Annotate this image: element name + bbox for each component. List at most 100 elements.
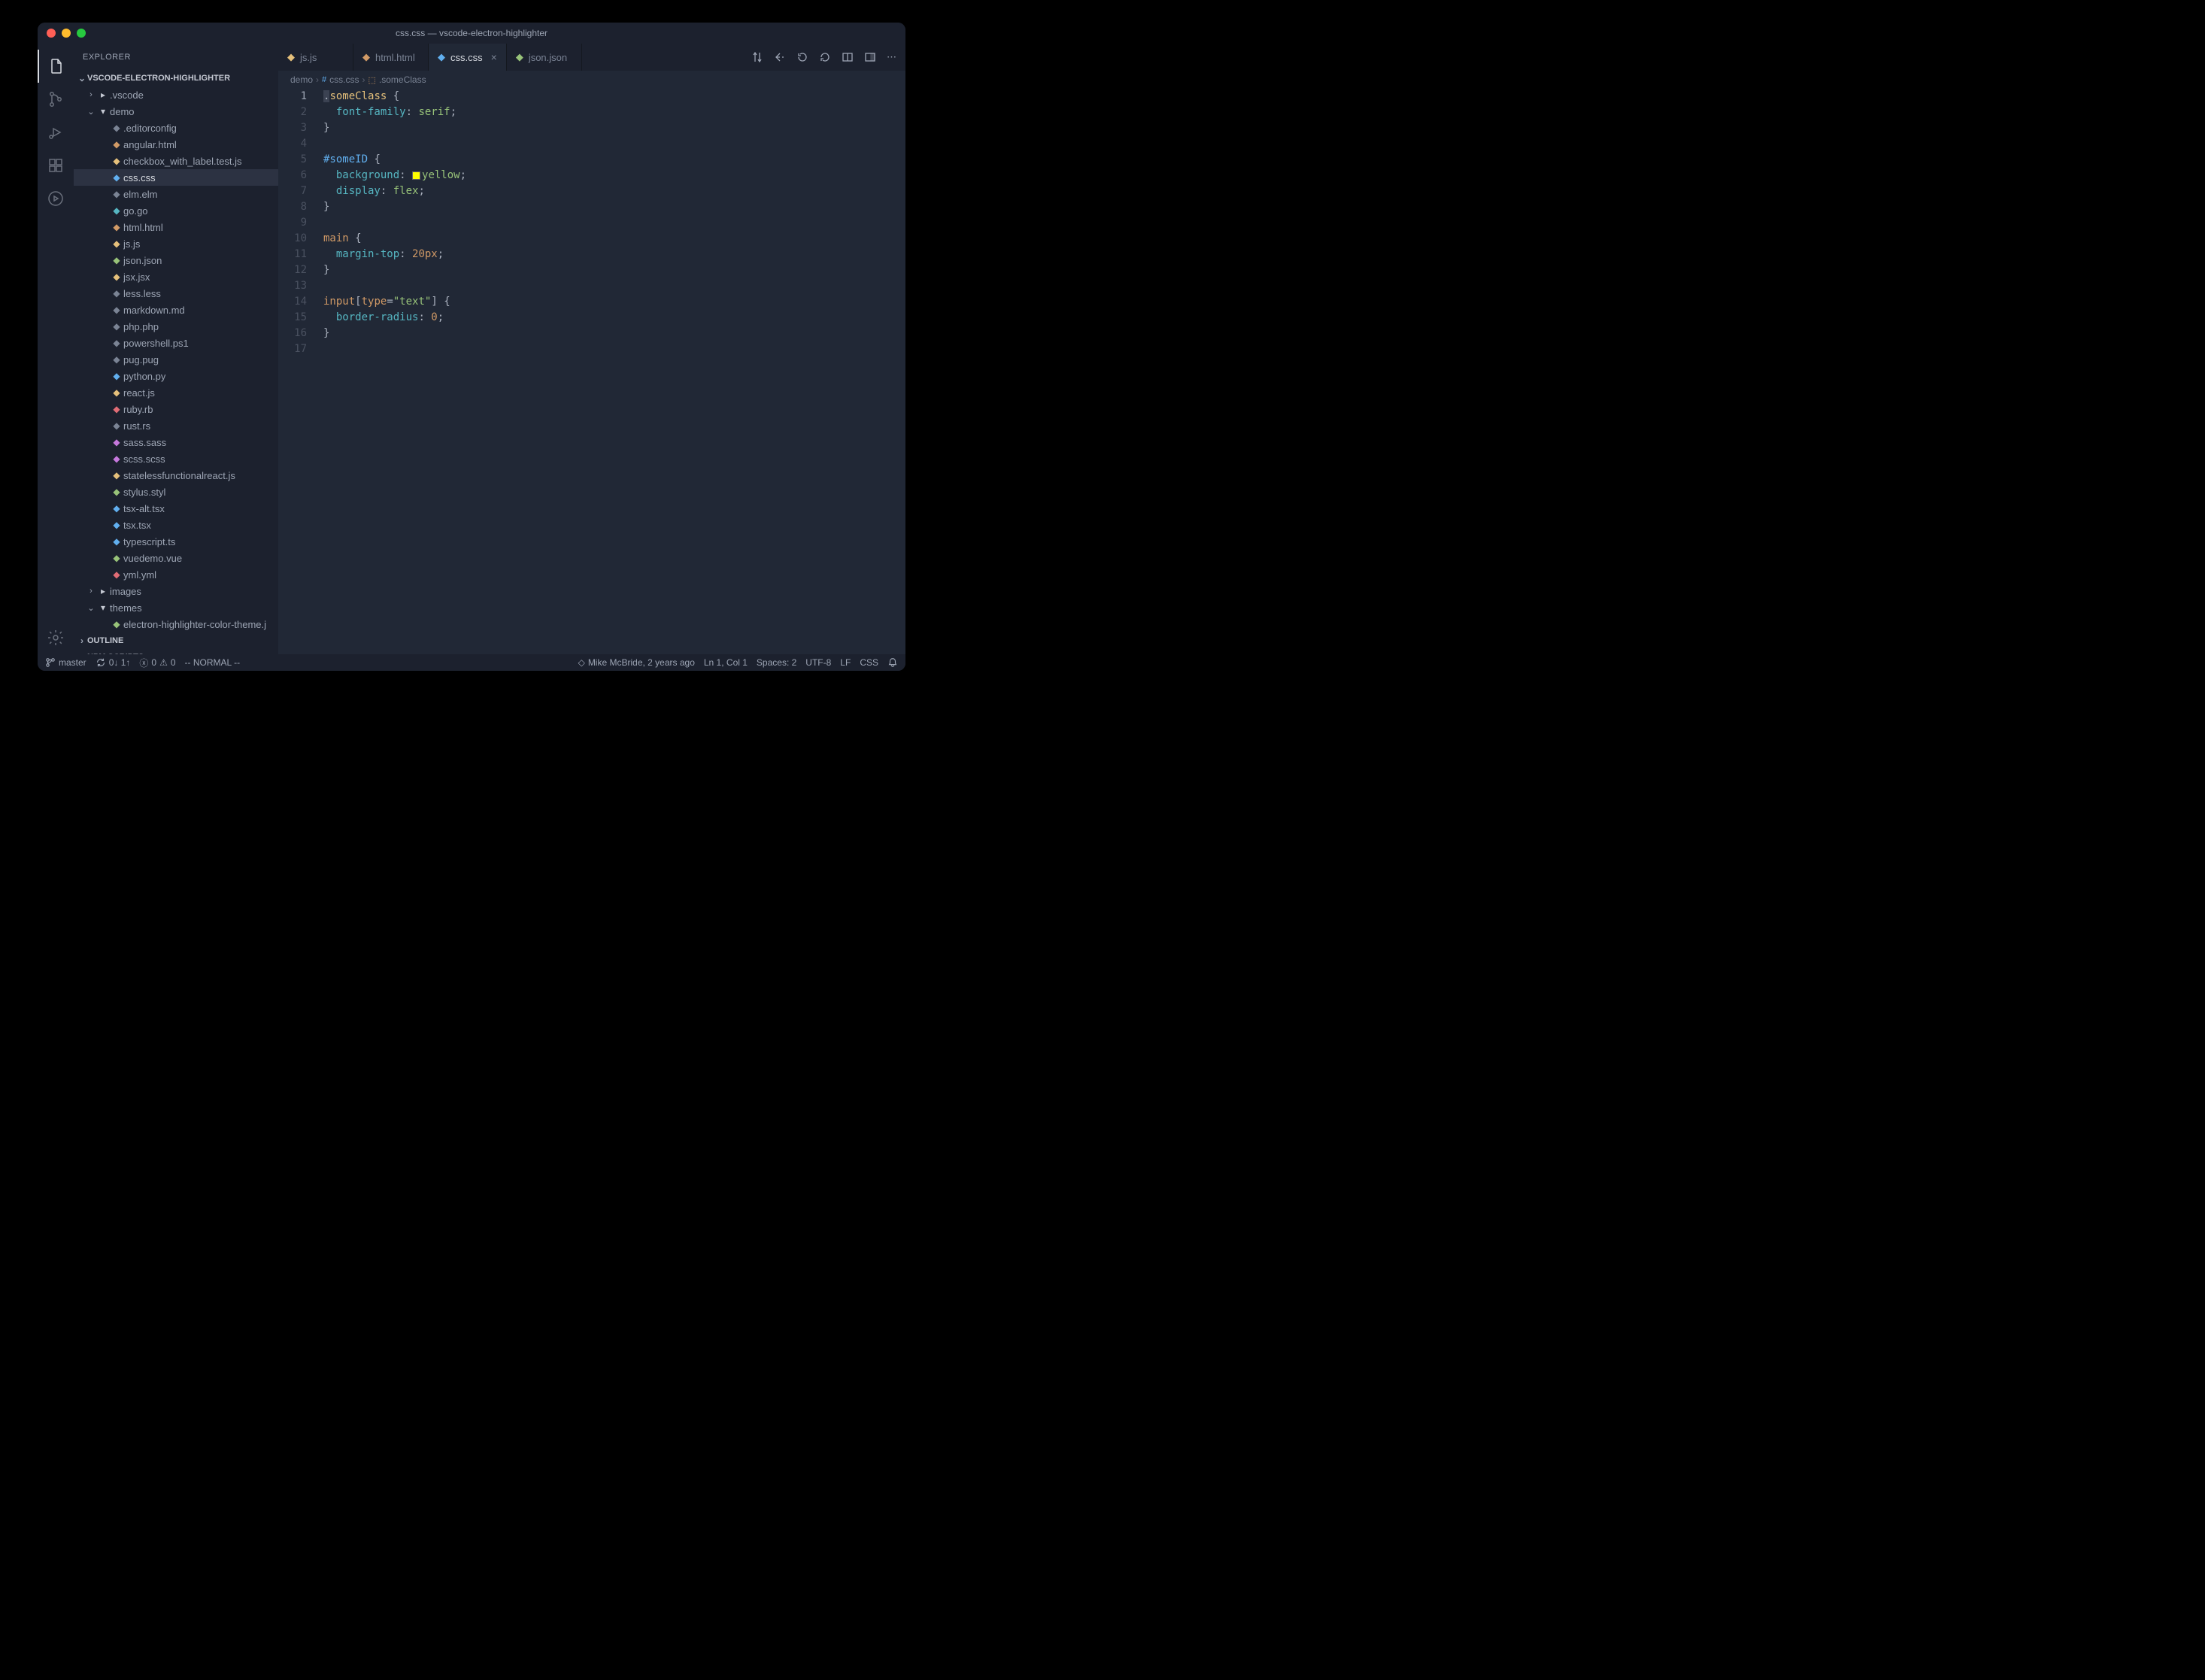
file-row[interactable]: ◆less.less <box>74 285 278 302</box>
file-row[interactable]: ◆go.go <box>74 202 278 219</box>
npm-scripts-section[interactable]: ⌄ NPM SCRIPTS <box>74 649 278 654</box>
file-icon: ◆ <box>110 453 123 464</box>
vim-mode: -- NORMAL -- <box>185 657 241 668</box>
file-label: json.json <box>123 255 162 266</box>
file-row[interactable]: ◆typescript.ts <box>74 533 278 550</box>
file-label: jsx.jsx <box>123 271 150 283</box>
sync-status[interactable]: 0↓ 1↑ <box>96 657 131 668</box>
problems[interactable]: ⓧ0 ⚠0 <box>139 657 175 669</box>
breadcrumb[interactable]: demo › # css.css › ⬚ .someClass <box>278 71 905 89</box>
file-label: tsx-alt.tsx <box>123 503 165 514</box>
file-row[interactable]: ◆jsx.jsx <box>74 268 278 285</box>
folder-vscode[interactable]: › ▸ .vscode <box>74 86 278 103</box>
file-row[interactable]: ◆sass.sass <box>74 434 278 450</box>
chevron-down-icon: ⌄ <box>86 107 96 117</box>
file-icon: ◆ <box>110 321 123 332</box>
tab-bar: ◆js.js◆html.html◆css.css×◆json.json ⋯ <box>278 44 905 71</box>
file-icon: ◆ <box>110 172 123 183</box>
file-row[interactable]: ◆checkbox_with_label.test.js <box>74 153 278 169</box>
file-row[interactable]: ◆elm.elm <box>74 186 278 202</box>
tab-label: html.html <box>375 52 415 63</box>
editor-tab[interactable]: ◆js.js <box>278 44 353 71</box>
file-row[interactable]: ◆html.html <box>74 219 278 235</box>
debug-icon[interactable] <box>38 116 74 149</box>
extensions-icon[interactable] <box>38 149 74 182</box>
sidebar: EXPLORER ⌄ VSCODE-ELECTRON-HIGHLIGHTER ›… <box>74 44 278 654</box>
open-changes-icon[interactable] <box>774 51 786 63</box>
folder-label: themes <box>110 602 142 614</box>
breadcrumb-folder[interactable]: demo <box>290 74 313 85</box>
file-icon: ◆ <box>110 123 123 133</box>
close-icon[interactable]: × <box>491 51 497 63</box>
more-actions-icon[interactable]: ⋯ <box>887 51 896 63</box>
editor-tab[interactable]: ◆css.css× <box>429 44 507 71</box>
file-row[interactable]: ◆markdown.md <box>74 302 278 318</box>
notifications-icon[interactable] <box>887 657 898 668</box>
code-editor[interactable]: 1234567891011121314151617 .someClass { f… <box>278 89 905 654</box>
file-row[interactable]: ◆js.js <box>74 235 278 252</box>
project-name: VSCODE-ELECTRON-HIGHLIGHTER <box>87 74 230 83</box>
file-row[interactable]: ◆ruby.rb <box>74 401 278 417</box>
git-branch[interactable]: master <box>45 657 86 668</box>
line-gutter: 1234567891011121314151617 <box>278 89 320 654</box>
source-control-icon[interactable] <box>38 83 74 116</box>
editor-tab[interactable]: ◆html.html <box>353 44 429 71</box>
file-label: typescript.ts <box>123 536 175 547</box>
folder-demo[interactable]: ⌄ ▾ demo <box>74 103 278 120</box>
file-row[interactable]: ◆json.json <box>74 252 278 268</box>
window-maximize-button[interactable] <box>77 29 86 38</box>
editor-tab[interactable]: ◆json.json <box>507 44 582 71</box>
file-row[interactable]: ◆css.css <box>74 169 278 186</box>
titlebar: css.css — vscode-electron-highlighter <box>38 23 905 44</box>
file-icon: ◆ <box>110 371 123 381</box>
file-row[interactable]: ◆statelessfunctionalreact.js <box>74 467 278 484</box>
split-right-icon[interactable] <box>864 51 876 63</box>
file-icon: ◆ <box>110 222 123 232</box>
indentation[interactable]: Spaces: 2 <box>757 657 796 668</box>
revert-icon[interactable] <box>796 51 808 63</box>
file-theme-json[interactable]: ◆ electron-highlighter-color-theme.j <box>74 616 278 632</box>
project-root[interactable]: ⌄ VSCODE-ELECTRON-HIGHLIGHTER <box>74 70 278 86</box>
file-row[interactable]: ◆scss.scss <box>74 450 278 467</box>
folder-themes[interactable]: ⌄ ▾ themes <box>74 599 278 616</box>
file-row[interactable]: ◆php.php <box>74 318 278 335</box>
file-label: css.css <box>123 172 156 183</box>
window-title: css.css — vscode-electron-highlighter <box>38 28 905 38</box>
file-row[interactable]: ◆python.py <box>74 368 278 384</box>
file-icon: ◆ <box>110 553 123 563</box>
folder-images[interactable]: › ▸ images <box>74 583 278 599</box>
file-row[interactable]: ◆angular.html <box>74 136 278 153</box>
code-source[interactable]: .someClass { font-family: serif;}#someID… <box>320 89 905 654</box>
outline-section[interactable]: › OUTLINE <box>74 632 278 649</box>
file-row[interactable]: ◆stylus.styl <box>74 484 278 500</box>
language-mode[interactable]: CSS <box>860 657 878 668</box>
breadcrumb-file[interactable]: css.css <box>329 74 359 85</box>
file-row[interactable]: ◆.editorconfig <box>74 120 278 136</box>
breadcrumb-symbol[interactable]: .someClass <box>379 74 426 85</box>
compare-changes-icon[interactable] <box>751 51 763 63</box>
live-share-icon[interactable] <box>38 182 74 215</box>
window-close-button[interactable] <box>47 29 56 38</box>
window-minimize-button[interactable] <box>62 29 71 38</box>
file-icon: ◆ <box>110 338 123 348</box>
file-row[interactable]: ◆pug.pug <box>74 351 278 368</box>
encoding[interactable]: UTF-8 <box>805 657 831 668</box>
branch-name: master <box>59 657 86 668</box>
file-row[interactable]: ◆rust.rs <box>74 417 278 434</box>
split-editor-icon[interactable] <box>842 51 854 63</box>
file-row[interactable]: ◆powershell.ps1 <box>74 335 278 351</box>
explorer-icon[interactable] <box>38 50 74 83</box>
file-row[interactable]: ◆vuedemo.vue <box>74 550 278 566</box>
file-row[interactable]: ◆react.js <box>74 384 278 401</box>
next-change-icon[interactable] <box>819 51 831 63</box>
settings-gear-icon[interactable] <box>38 621 74 654</box>
eol[interactable]: LF <box>840 657 851 668</box>
file-label: sass.sass <box>123 437 166 448</box>
file-row[interactable]: ◆yml.yml <box>74 566 278 583</box>
file-label: html.html <box>123 222 163 233</box>
git-blame[interactable]: ◇ Mike McBride, 2 years ago <box>578 657 695 668</box>
file-row[interactable]: ◆tsx.tsx <box>74 517 278 533</box>
file-label: markdown.md <box>123 305 185 316</box>
cursor-position[interactable]: Ln 1, Col 1 <box>704 657 748 668</box>
file-row[interactable]: ◆tsx-alt.tsx <box>74 500 278 517</box>
